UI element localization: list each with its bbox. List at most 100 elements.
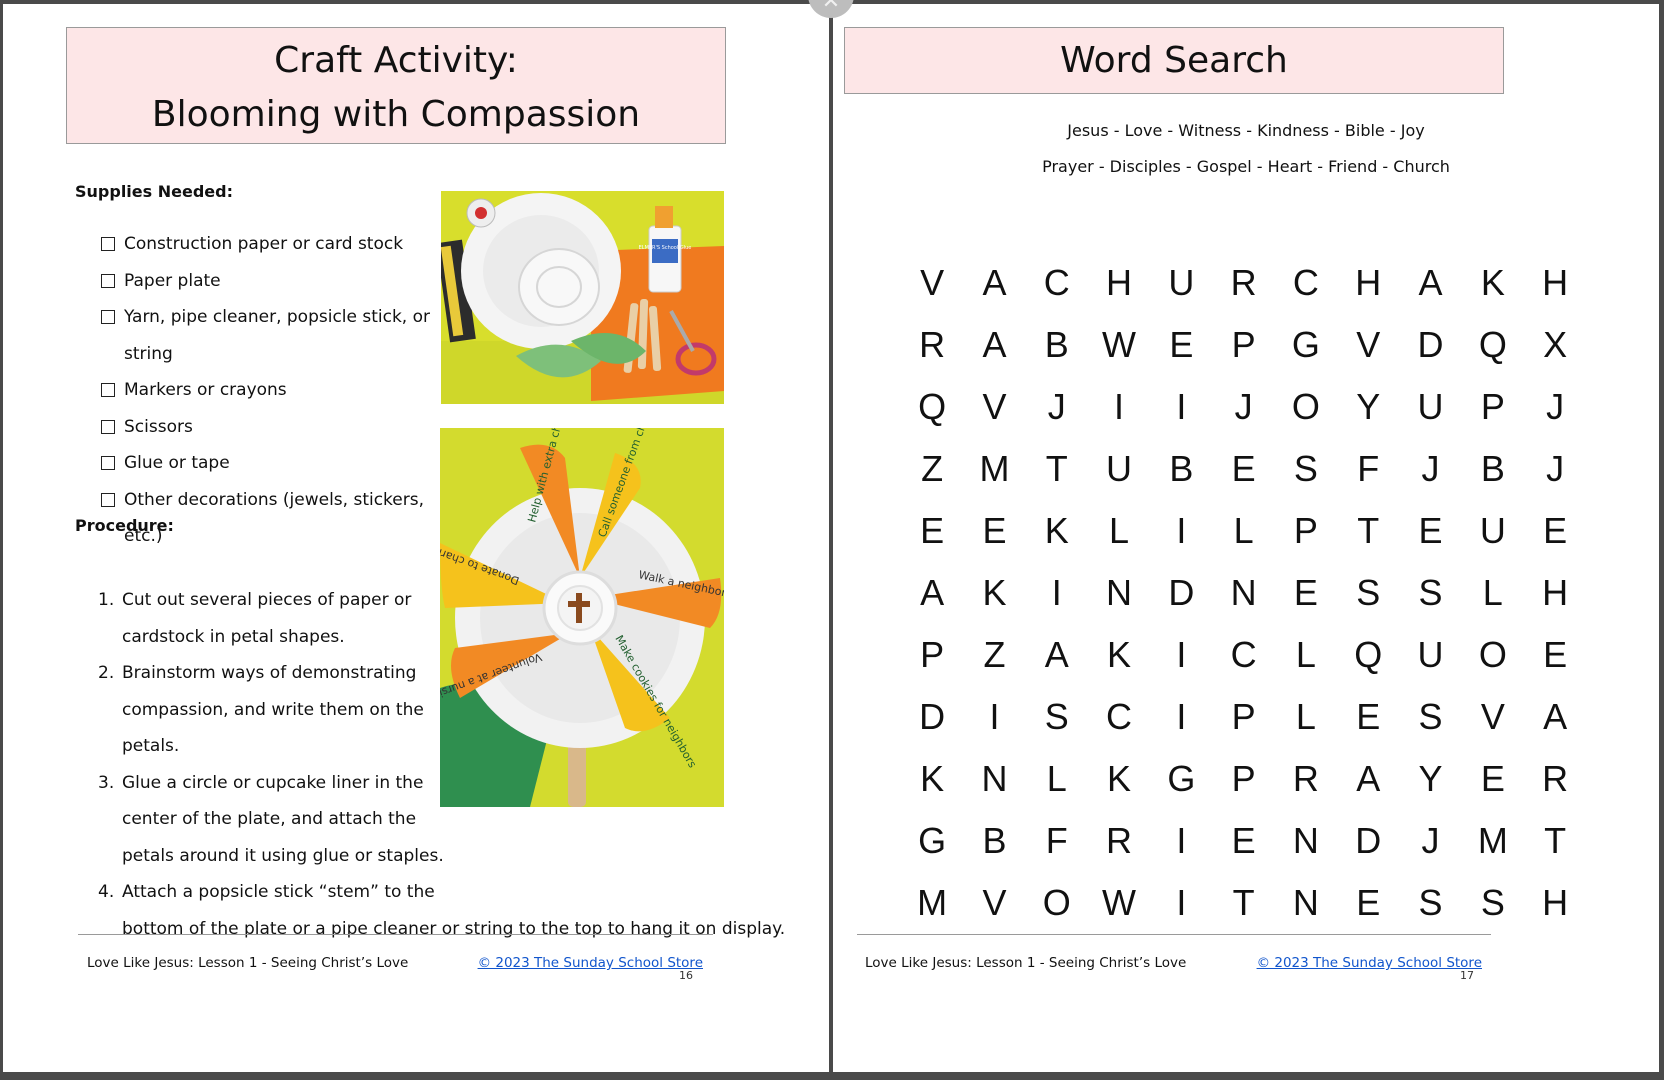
word-search-title: Word Search [1060, 40, 1288, 81]
grid-letter: X [1543, 324, 1568, 365]
finished-flower-image: Help with extra chores Call someone from… [440, 428, 724, 807]
checkbox-icon[interactable] [101, 310, 115, 324]
grid-letter: S [1418, 572, 1443, 613]
grid-letter: N [1292, 882, 1319, 923]
grid-letter: I [1176, 634, 1187, 675]
grid-row: QVJIIJOYUPJ [901, 376, 1587, 438]
procedure-heading: Procedure: [75, 516, 174, 535]
grid-letter: C [1292, 262, 1319, 303]
grid-letter: E [1543, 510, 1568, 551]
grid-letter: E [1356, 696, 1381, 737]
grid-letter: R [1542, 758, 1569, 799]
grid-letter: H [1542, 882, 1569, 923]
grid-letter: A [1543, 696, 1568, 737]
grid-letter: V [982, 386, 1007, 427]
grid-letter: J [1421, 448, 1440, 489]
grid-letter: Q [918, 386, 947, 427]
grid-letter: S [1293, 448, 1318, 489]
grid-letter: J [1234, 386, 1253, 427]
supply-item: Markers or crayons [101, 372, 461, 409]
grid-row: RABWEPGVDQX [901, 314, 1587, 376]
grid-letter: K [1480, 262, 1505, 303]
grid-letter: S [1356, 572, 1381, 613]
word-search-grid: VACHURCHAKHRABWEPGVDQXQVJIIJOYUPJZMTUBES… [901, 252, 1587, 934]
grid-letter: H [1106, 262, 1133, 303]
supply-label: string [124, 343, 173, 364]
grid-letter: K [920, 758, 945, 799]
checkbox-icon[interactable] [101, 419, 115, 434]
grid-letter: T [1357, 510, 1380, 551]
grid-letter: R [919, 324, 946, 365]
craft-title-box: Craft Activity: Blooming with Compassion [66, 27, 726, 144]
checkbox-icon[interactable] [101, 383, 115, 397]
grid-letter: I [1176, 386, 1187, 427]
grid-letter: P [1293, 510, 1318, 551]
grid-letter: B [1044, 324, 1069, 365]
word-list-line1: Jesus - Love - Witness - Kindness - Bibl… [1067, 121, 1425, 140]
grid-letter: U [1417, 634, 1444, 675]
footer-copyright-link[interactable]: © 2023 The Sunday School Store [1257, 955, 1482, 971]
grid-letter: A [1356, 758, 1381, 799]
finished-flower-photo: Help with extra chores Call someone from… [440, 428, 724, 807]
checkbox-icon[interactable] [101, 492, 115, 507]
grid-letter: K [1107, 758, 1132, 799]
grid-letter: B [1169, 448, 1194, 489]
grid-letter: C [1043, 262, 1070, 303]
grid-letter: O [1291, 386, 1320, 427]
grid-letter: D [919, 696, 946, 737]
grid-letter: Y [1356, 386, 1381, 427]
grid-letter: J [1546, 386, 1565, 427]
grid-letter: T [1045, 448, 1068, 489]
grid-letter: Q [1478, 324, 1507, 365]
grid-letter: U [1479, 510, 1506, 551]
grid-letter: D [1355, 820, 1382, 861]
supply-item: string [101, 336, 461, 373]
supplies-list: Construction paper or card stock Paper pl… [101, 226, 461, 555]
grid-letter: G [1167, 758, 1196, 799]
grid-row: VACHURCHAKH [901, 252, 1587, 314]
step-number: 4. [98, 882, 115, 902]
checkbox-icon[interactable] [101, 237, 115, 251]
supply-label: Construction paper or card stock [124, 234, 404, 254]
page-number: 16 [679, 969, 693, 982]
page-number: 17 [1460, 969, 1474, 982]
grid-letter: M [917, 882, 948, 923]
supply-label: Scissors [124, 416, 193, 437]
grid-letter: H [1542, 572, 1569, 613]
grid-letter: W [1102, 882, 1137, 923]
step-number: 1. [98, 590, 115, 610]
grid-letter: N [1230, 572, 1257, 613]
footer-copyright-link[interactable]: © 2023 The Sunday School Store [478, 955, 703, 971]
grid-letter: E [1543, 634, 1568, 675]
grid-letter: P [920, 634, 945, 675]
grid-letter: G [918, 820, 947, 861]
grid-letter: Z [983, 634, 1006, 675]
grid-letter: E [1169, 324, 1194, 365]
grid-letter: L [1233, 510, 1254, 551]
grid-row: DISCIPLESVA [901, 686, 1587, 748]
grid-letter: E [1418, 510, 1443, 551]
grid-letter: R [1292, 758, 1319, 799]
footer-divider [78, 934, 713, 935]
grid-letter: I [989, 696, 1000, 737]
grid-row: MVOWITNESSH [901, 872, 1587, 934]
grid-letter: V [982, 882, 1007, 923]
supply-item: Glue or tape [101, 445, 461, 482]
grid-letter: T [1232, 882, 1255, 923]
step-text-line: petals around it using glue or staples. [122, 845, 444, 866]
grid-letter: D [1417, 324, 1444, 365]
grid-letter: L [1295, 634, 1316, 675]
grid-letter: Z [921, 448, 944, 489]
grid-letter: J [1047, 386, 1066, 427]
grid-letter: Q [1354, 634, 1383, 675]
grid-row: EEKLILPTEUE [901, 500, 1587, 562]
checkbox-icon[interactable] [101, 273, 115, 288]
grid-letter: E [1480, 758, 1505, 799]
checkbox-icon[interactable] [101, 456, 115, 470]
grid-letter: U [1168, 262, 1195, 303]
supply-item: Yarn, pipe cleaner, popsicle stick, or [101, 299, 461, 336]
grid-letter: A [1418, 262, 1443, 303]
right-page: Word Search Jesus - Love - Witness - Kin… [833, 4, 1659, 1072]
grid-letter: L [1046, 758, 1067, 799]
left-page: Craft Activity: Blooming with Compassion… [3, 4, 829, 1072]
